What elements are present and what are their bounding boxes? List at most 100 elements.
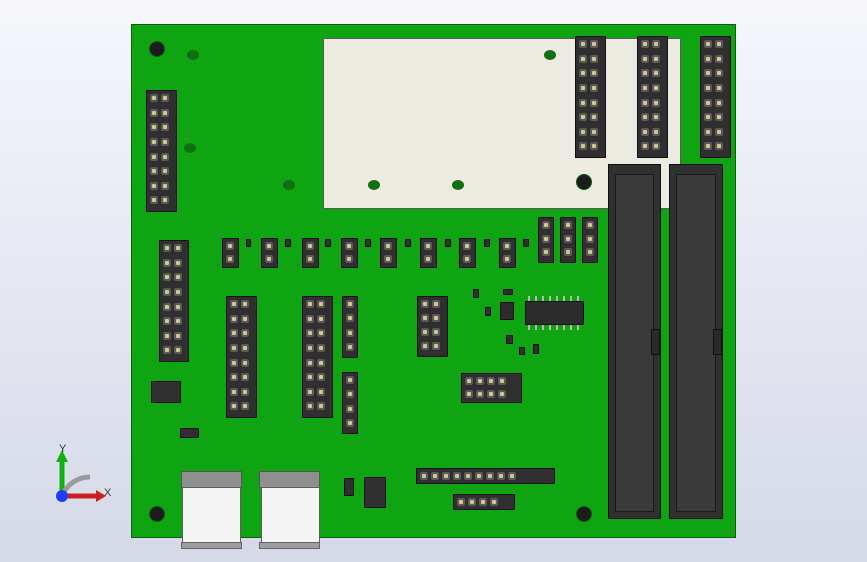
- pin-icon: [241, 387, 249, 396]
- smd-part: [533, 344, 539, 354]
- pin-icon: [704, 83, 712, 92]
- jumper-5[interactable]: [380, 238, 397, 268]
- jumper-4[interactable]: [341, 238, 358, 268]
- electrolytic-capacitor: [151, 381, 181, 403]
- header-center[interactable]: [417, 296, 448, 357]
- header-middle-left[interactable]: [226, 296, 257, 418]
- pin-icon: [317, 387, 325, 396]
- pin-icon: [432, 314, 440, 322]
- jumper-1[interactable]: [222, 238, 239, 268]
- mounting-hole-top-left: [149, 41, 165, 57]
- pad: [187, 50, 199, 60]
- pin-icon: [306, 300, 314, 308]
- pin-icon: [161, 181, 169, 190]
- usb-port-left[interactable]: [182, 487, 241, 545]
- header-bottom-long[interactable]: [416, 468, 555, 484]
- pin-icon: [503, 254, 511, 263]
- pad: [368, 180, 380, 190]
- pin-icon: [487, 377, 495, 385]
- jumper-2[interactable]: [261, 238, 278, 268]
- pin-icon: [641, 83, 649, 92]
- pin-icon: [652, 69, 660, 78]
- component-chip: [325, 239, 331, 247]
- pin-icon: [652, 113, 660, 122]
- pin-icon: [465, 377, 473, 385]
- pin-icon: [317, 329, 325, 338]
- header-grid[interactable]: [461, 373, 522, 403]
- pin-icon: [241, 358, 249, 367]
- header-top-right-1[interactable]: [575, 36, 606, 158]
- pin-icon: [161, 196, 169, 205]
- ribbon-connector-left[interactable]: [608, 164, 661, 519]
- pin-icon: [652, 142, 660, 151]
- pin-icon: [241, 314, 249, 323]
- pin-icon: [652, 98, 660, 107]
- pin-icon: [641, 54, 649, 63]
- jumper-right-2[interactable]: [560, 217, 576, 263]
- header-left-middle[interactable]: [159, 240, 189, 362]
- jumper-8[interactable]: [499, 238, 516, 268]
- pin-icon: [432, 300, 440, 308]
- pin-icon: [317, 314, 325, 323]
- pin-icon: [150, 108, 158, 117]
- pin-icon: [241, 402, 249, 411]
- pin-icon: [542, 248, 550, 257]
- pin-icon: [590, 98, 598, 107]
- pin-icon: [715, 127, 723, 136]
- component-chip: [445, 239, 451, 247]
- jumper-right-3[interactable]: [582, 217, 598, 263]
- pin-icon: [564, 248, 572, 257]
- jumper-right-1[interactable]: [538, 217, 554, 263]
- header-middle-right[interactable]: [302, 296, 333, 418]
- pin-icon: [241, 300, 249, 308]
- pin-icon: [579, 142, 587, 151]
- header-bottom-short[interactable]: [453, 494, 515, 510]
- pin-icon: [420, 472, 428, 480]
- pin-icon: [230, 343, 238, 352]
- jumper-6[interactable]: [420, 238, 437, 268]
- mounting-hole-bottom-left: [149, 506, 165, 522]
- pin-icon: [163, 273, 171, 282]
- axis-y-label: Y: [59, 443, 67, 455]
- pin-icon: [150, 94, 158, 102]
- pin-icon: [346, 300, 354, 308]
- pin-icon: [498, 377, 506, 385]
- pin-icon: [230, 387, 238, 396]
- pin-icon: [704, 127, 712, 136]
- pin-icon: [306, 343, 314, 352]
- pin-icon: [652, 54, 660, 63]
- usb-port-right[interactable]: [261, 487, 320, 545]
- pin-icon: [579, 40, 587, 48]
- pin-icon: [704, 142, 712, 151]
- header-single-lower[interactable]: [342, 372, 358, 434]
- jumper-3[interactable]: [302, 238, 319, 268]
- pin-icon: [424, 254, 432, 263]
- pin-icon: [497, 472, 505, 480]
- header-single-upper[interactable]: [342, 296, 358, 358]
- pin-icon: [230, 314, 238, 323]
- pin-icon: [317, 373, 325, 382]
- pin-icon: [463, 254, 471, 263]
- pin-icon: [715, 142, 723, 151]
- pin-icon: [468, 498, 476, 506]
- header-top-right-2[interactable]: [637, 36, 668, 158]
- small-capacitor: [344, 478, 354, 496]
- pin-icon: [161, 94, 169, 102]
- pin-icon: [163, 287, 171, 296]
- header-left-top[interactable]: [146, 90, 177, 212]
- pcb-board[interactable]: [131, 24, 736, 549]
- pin-icon: [241, 373, 249, 382]
- jumper-7[interactable]: [459, 238, 476, 268]
- pin-icon: [163, 302, 171, 311]
- pin-icon: [174, 317, 182, 326]
- pin-icon: [465, 389, 473, 398]
- pin-icon: [163, 244, 171, 252]
- pin-icon: [306, 358, 314, 367]
- ribbon-connector-right[interactable]: [669, 164, 723, 519]
- pin-icon: [306, 314, 314, 323]
- pin-icon: [317, 402, 325, 411]
- header-top-right-3[interactable]: [700, 36, 731, 158]
- pin-icon: [715, 83, 723, 92]
- pin-icon: [475, 472, 483, 480]
- pin-icon: [306, 387, 314, 396]
